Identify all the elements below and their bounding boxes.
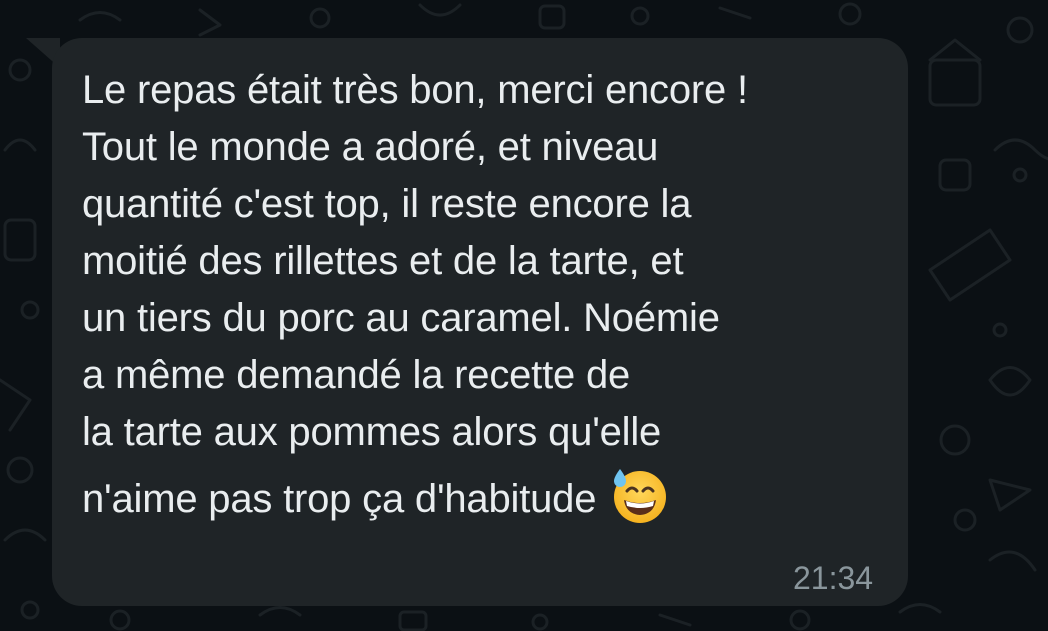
grinning-face-with-sweat-icon [610, 465, 670, 525]
message-line: moitié des rillettes et de la tarte, et [82, 239, 684, 283]
message-line: Tout le monde a adoré, et niveau [82, 125, 659, 169]
message-line: un tiers du porc au caramel. Noémie [82, 296, 720, 340]
message-text: Le repas était très bon, merci encore ! … [82, 62, 902, 531]
message-line: n'aime pas trop ça d'habitude [82, 476, 597, 521]
message-line: la tarte aux pommes alors qu'elle [82, 410, 662, 454]
message-last-line: n'aime pas trop ça d'habitude [82, 467, 902, 531]
message-line: quantité c'est top, il reste encore la [82, 182, 692, 226]
message-line: a même demandé la recette de [82, 353, 631, 397]
message-timestamp: 21:34 [793, 560, 874, 596]
message-line: Le repas était très bon, merci encore ! [82, 68, 748, 112]
